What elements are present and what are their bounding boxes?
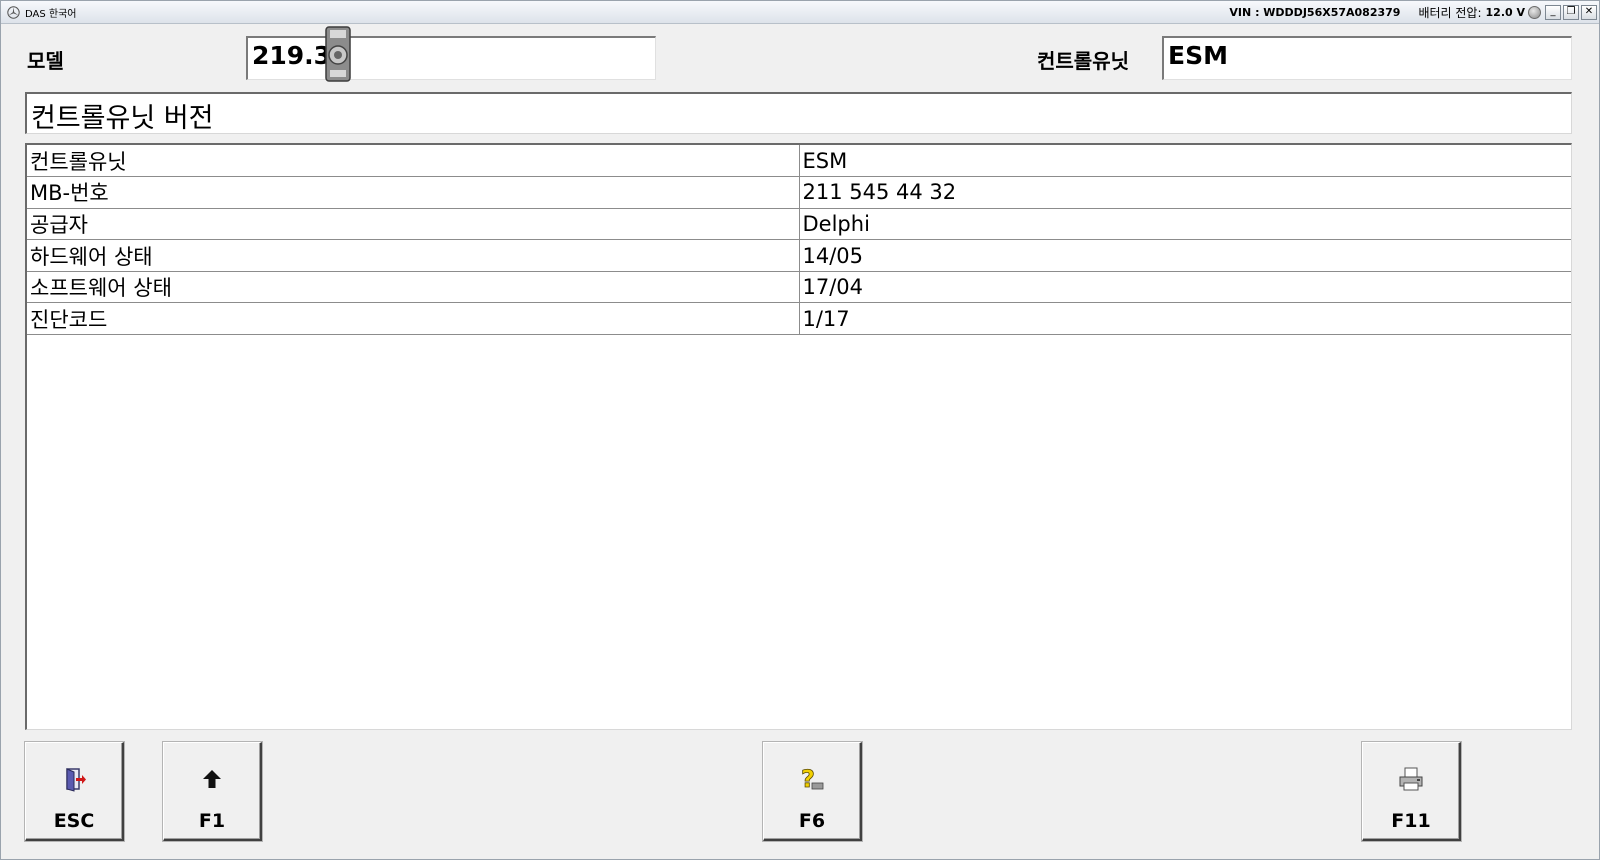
- f11-button[interactable]: F11: [1362, 742, 1461, 841]
- minimize-button[interactable]: _: [1545, 4, 1561, 20]
- arrow-up-icon: [198, 765, 226, 793]
- table-row: 하드웨어 상태 14/05: [27, 239, 1571, 272]
- f6-button[interactable]: ? F6: [763, 742, 862, 841]
- row-name: 진단코드: [27, 302, 800, 336]
- table-row: 진단코드 1/17: [27, 302, 1571, 336]
- control-unit-label: 컨트롤유닛: [1037, 49, 1129, 73]
- model-field: 219.3: [246, 36, 656, 80]
- connection-status-icon: [1528, 5, 1541, 19]
- row-value: 14/05: [799, 239, 1571, 272]
- f1-button[interactable]: F1: [163, 742, 262, 841]
- vin-text: VIN : WDDDJ56X57A082379: [1229, 5, 1401, 19]
- app-title: DAS 한국어: [25, 8, 77, 20]
- battery-voltage-value: 12.0 V: [1485, 5, 1525, 19]
- row-value: 211 545 44 32: [799, 176, 1571, 209]
- restore-button[interactable]: ❐: [1563, 4, 1579, 20]
- mercedes-star-icon: [6, 5, 21, 20]
- table-row: 공급자 Delphi: [27, 208, 1571, 241]
- close-button[interactable]: ✕: [1581, 4, 1597, 20]
- row-value: 17/04: [799, 271, 1571, 304]
- model-label: 모델: [27, 49, 64, 73]
- section-title: 컨트롤유닛 버전: [25, 92, 1572, 134]
- row-name: 소프트웨어 상태: [27, 271, 800, 304]
- help-question-icon: ?: [798, 765, 826, 793]
- esc-label: ESC: [53, 810, 95, 832]
- version-table: 컨트롤유닛 ESM MB-번호 211 545 44 32 공급자 Delphi…: [25, 143, 1572, 730]
- f6-label: F6: [798, 810, 826, 832]
- row-value: Delphi: [799, 208, 1571, 241]
- control-unit-field: ESM: [1162, 36, 1572, 80]
- row-name: 공급자: [27, 208, 800, 241]
- table-row: MB-번호 211 545 44 32: [27, 176, 1571, 209]
- row-value: 1/17: [799, 302, 1571, 336]
- row-name: 하드웨어 상태: [27, 239, 800, 272]
- das-window: DAS 한국어 VIN : WDDDJ56X57A082379 배터리 전압: …: [0, 0, 1600, 860]
- esc-button[interactable]: ESC: [25, 742, 124, 841]
- exit-door-icon: [60, 765, 88, 793]
- f11-label: F11: [1391, 810, 1431, 832]
- printer-icon: [1397, 765, 1425, 793]
- busy-cursor-icon: [323, 25, 353, 83]
- table-row: 컨트롤유닛 ESM: [27, 145, 1571, 178]
- f1-label: F1: [198, 810, 226, 832]
- row-name: 컨트롤유닛: [27, 145, 800, 178]
- row-name: MB-번호: [27, 176, 800, 209]
- battery-voltage-label: 배터리 전압:: [1418, 5, 1482, 20]
- table-row: 소프트웨어 상태 17/04: [27, 271, 1571, 304]
- row-value: ESM: [799, 145, 1571, 178]
- title-bar: DAS 한국어 VIN : WDDDJ56X57A082379 배터리 전압: …: [1, 1, 1599, 24]
